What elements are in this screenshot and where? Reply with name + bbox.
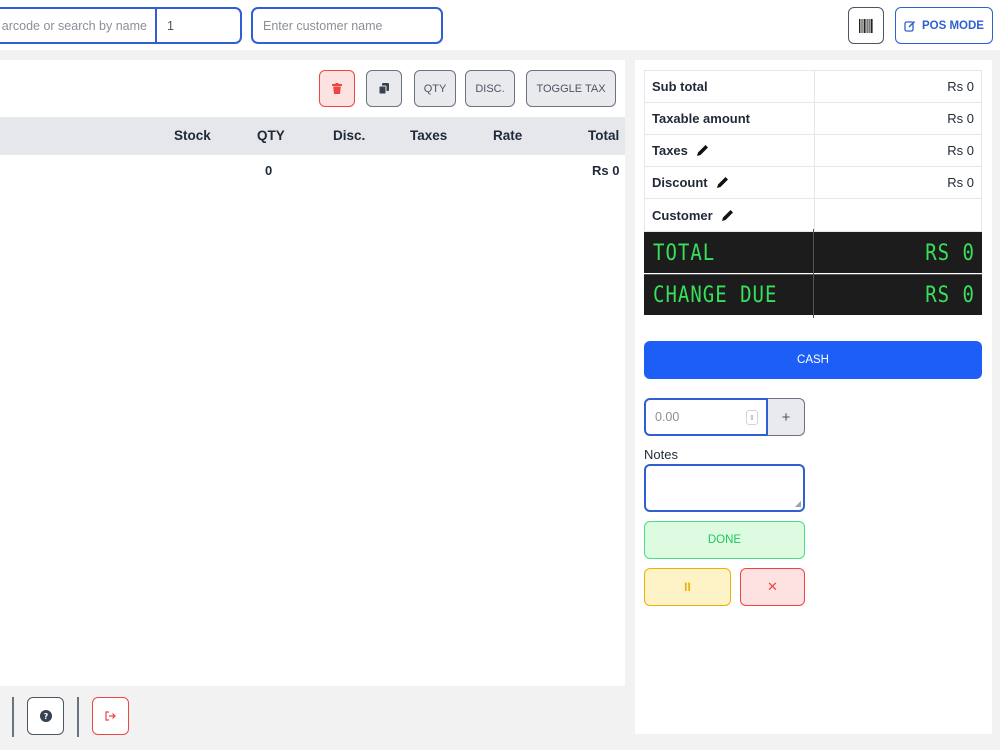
hold-order-button[interactable]: II [644,568,731,606]
column-header-disc: Disc. [333,128,366,143]
subtotal-value: Rs 0 [947,79,974,94]
pencil-icon[interactable] [716,176,729,189]
cancel-order-button[interactable]: ✕ [740,568,805,606]
edit-icon [904,20,916,32]
notes-textarea[interactable]: ◢ [644,464,805,512]
discount-value: Rs 0 [947,175,974,190]
amount-placeholder: 0.00 [655,410,680,424]
pos-mode-label: POS MODE [922,19,984,32]
svg-text:?: ? [43,712,48,721]
divider [12,697,14,737]
copy-icon [379,83,389,94]
customer-label: Customer [652,207,713,223]
quantity-input[interactable]: 1 [157,9,240,42]
change-due-label: CHANGE DUE [644,272,814,318]
logout-icon [105,711,116,721]
pause-icon: II [684,580,691,594]
amount-input-group: 0.00 ⇕ + [644,398,805,436]
cash-button[interactable]: CASH [644,341,982,379]
done-button[interactable]: DONE [644,521,805,559]
help-icon: ? [39,710,52,722]
logout-button[interactable] [92,697,129,735]
column-header-stock: Stock [174,128,211,143]
spinner-icon[interactable]: ⇕ [746,410,758,425]
help-button[interactable]: ? [27,697,64,735]
amount-input[interactable]: 0.00 ⇕ [644,398,768,436]
taxable-amount-value: Rs 0 [947,111,974,126]
duplicate-item-button[interactable] [366,70,402,107]
total-display: TOTAL RS 0 [644,228,982,277]
barcode-search-input[interactable]: arcode or search by name [0,9,157,42]
close-icon: ✕ [767,579,778,594]
row-total: Rs 0 [592,163,620,178]
subtotal-label: Sub total [645,71,815,102]
taxes-label: Taxes [652,143,688,158]
row-qty: 0 [265,163,273,178]
discount-button[interactable]: DISC. [465,70,515,107]
resize-handle-icon[interactable]: ◢ [795,499,801,508]
toggle-tax-button[interactable]: TOGGLE TAX [526,70,616,107]
table-row[interactable]: 0 Rs 0 [0,155,625,187]
taxable-amount-row: Taxable amount Rs 0 [644,102,982,135]
total-value: RS 0 [925,239,975,266]
cart-table-header: Stock QTY Disc. Taxes Rate Total [0,117,625,155]
discount-label: Discount [652,175,708,190]
taxes-value: Rs 0 [947,143,974,158]
change-due-display: CHANGE DUE RS 0 [644,272,982,318]
discount-cell: Discount [645,167,815,198]
change-due-value: RS 0 [925,282,975,308]
product-search-group: arcode or search by name 1 [0,7,242,44]
customer-cell: Customer [645,199,815,231]
pencil-icon[interactable] [721,209,734,222]
barcode-icon [859,18,873,33]
column-header-qty: QTY [257,128,285,143]
subtotal-row: Sub total Rs 0 [644,70,982,103]
divider [77,697,79,737]
taxable-amount-label: Taxable amount [645,103,815,134]
taxes-cell: Taxes [645,135,815,166]
barcode-scan-button[interactable] [848,7,884,44]
discount-row: Discount Rs 0 [644,166,982,199]
column-header-taxes: Taxes [410,128,448,143]
add-payment-button[interactable]: + [768,398,805,436]
customer-value [815,199,981,231]
qty-button[interactable]: QTY [414,70,456,107]
column-header-rate: Rate [493,128,523,143]
notes-label: Notes [644,447,678,462]
trash-icon [332,83,342,94]
total-label: TOTAL [644,228,814,277]
customer-name-input[interactable]: Enter customer name [251,7,443,44]
column-header-total: Total [588,128,620,143]
pencil-icon[interactable] [696,144,709,157]
customer-row: Customer [644,198,982,232]
taxes-row: Taxes Rs 0 [644,134,982,167]
delete-item-button[interactable] [319,70,355,107]
pos-mode-button[interactable]: POS MODE [895,7,993,44]
